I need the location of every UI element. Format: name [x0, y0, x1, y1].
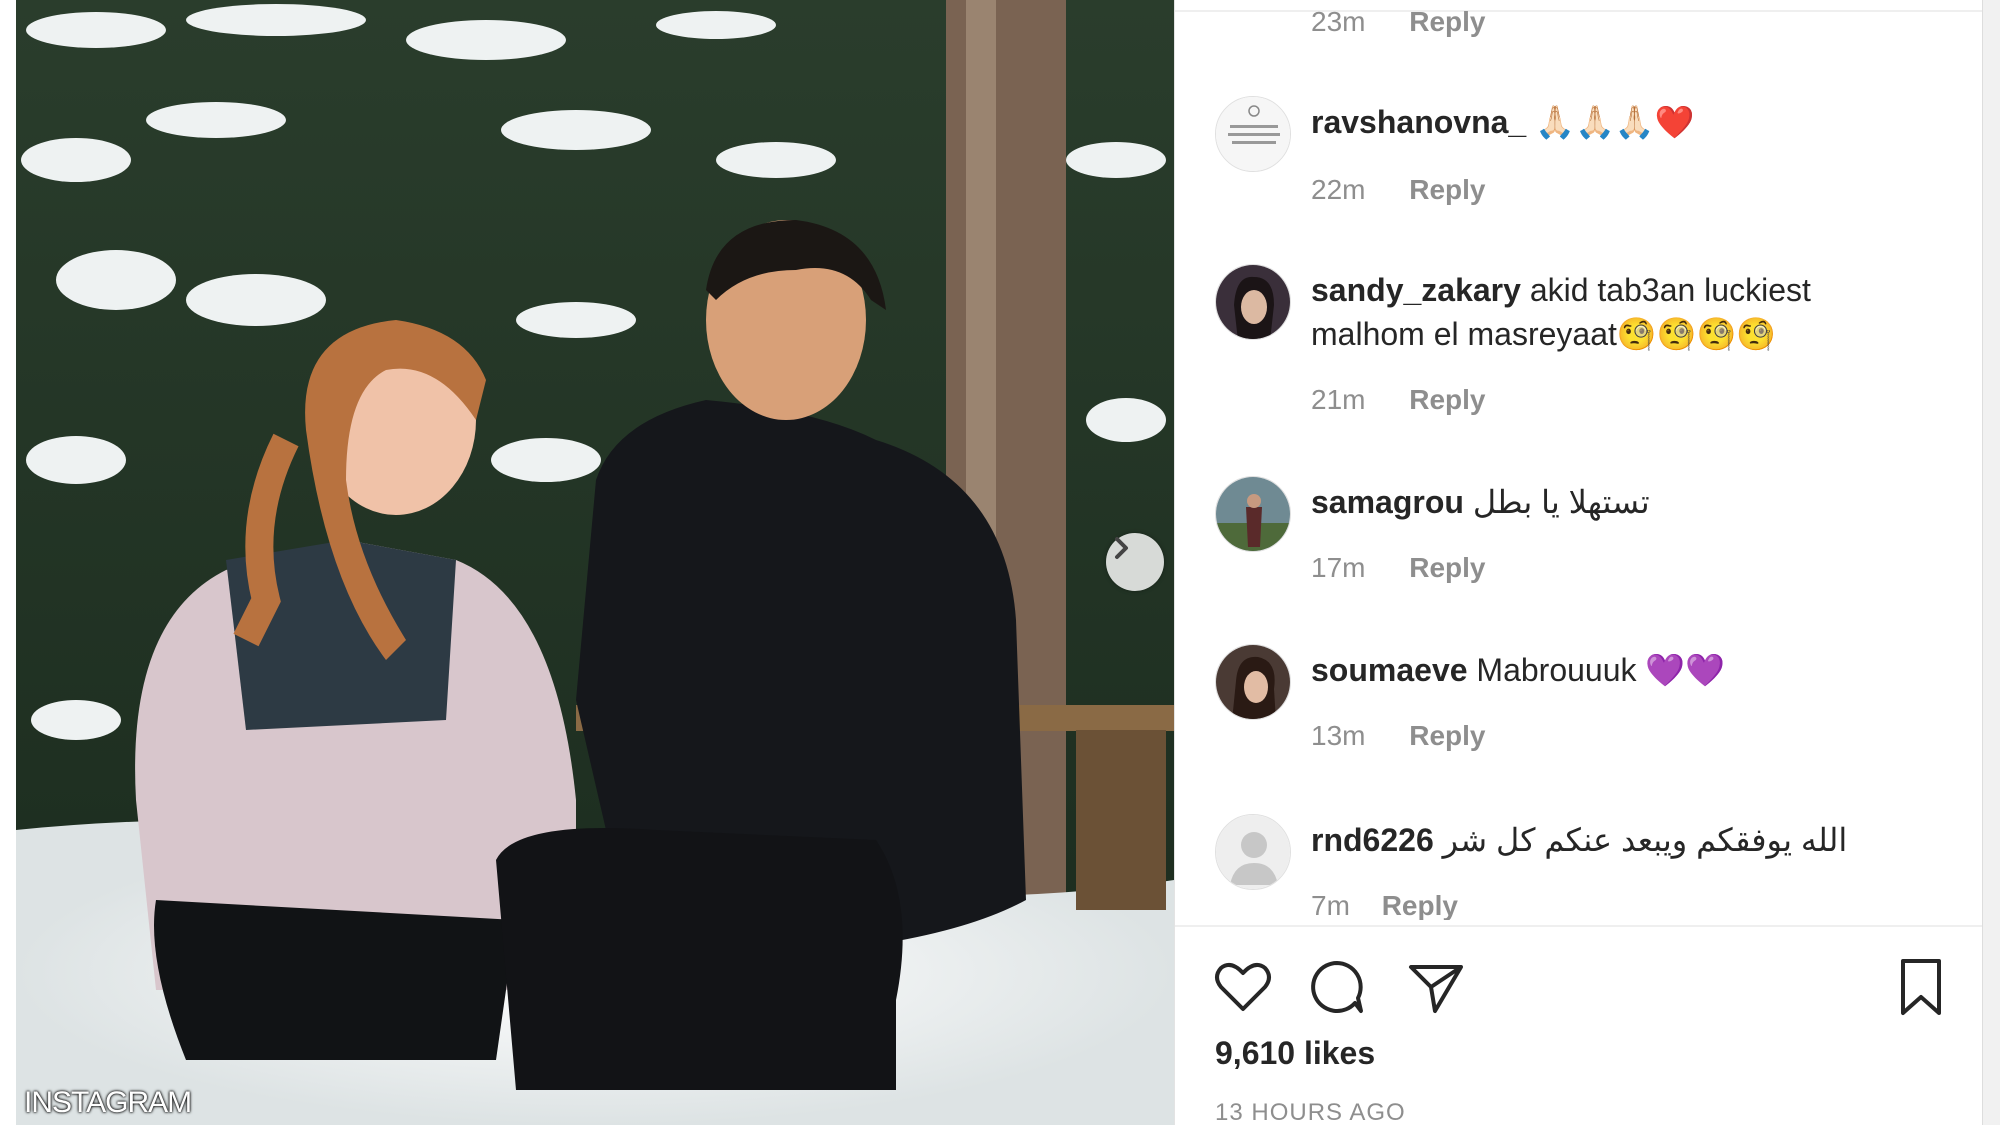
comments-panel: 23m Reply ravshanovna_ 🙏🏻🙏🏻🙏🏻❤️ 22m Repl… [1174, 0, 1983, 1127]
comment-time: 21m [1311, 384, 1366, 415]
comment-text: soumaeve Mabrouuuk 💜💜 [1311, 648, 1911, 692]
comment-username[interactable]: soumaeve [1311, 652, 1468, 688]
reply-button[interactable]: Reply [1382, 890, 1458, 920]
post-timestamp[interactable]: 13 HOURS AGO [1215, 1099, 1406, 1127]
comment-body: تستهلا يا بطل [1472, 484, 1650, 520]
action-bar: 9,610 likes 13 HOURS AGO [1175, 925, 1983, 1127]
avatar[interactable] [1215, 96, 1291, 172]
comment-username[interactable]: samagrou [1311, 484, 1464, 520]
comment-meta: 17m Reply [1311, 552, 1486, 584]
comment-text: sandy_zakary akid tab3an luckiest malhom… [1311, 268, 1911, 356]
comment-meta: 7m Reply [1311, 890, 1458, 920]
chevron-right-icon [1115, 537, 1128, 559]
reply-button[interactable]: Reply [1409, 174, 1485, 205]
comment-time: 22m [1311, 174, 1366, 205]
source-watermark: INSTAGRAM [24, 1086, 192, 1119]
heart-icon[interactable] [1213, 957, 1273, 1017]
share-icon[interactable] [1405, 957, 1465, 1017]
next-photo-button[interactable] [1106, 533, 1164, 591]
comment-username[interactable]: rnd6226 [1311, 822, 1434, 858]
comment-username[interactable]: sandy_zakary [1311, 272, 1521, 308]
photo-scene [16, 0, 1174, 1125]
post-photo[interactable]: INSTAGRAM [16, 0, 1174, 1125]
comment-meta: 23m Reply [1311, 6, 1486, 38]
comment-body: Mabrouuuk 💜💜 [1476, 652, 1726, 688]
avatar[interactable] [1215, 476, 1291, 552]
avatar[interactable] [1215, 644, 1291, 720]
comment-text: ravshanovna_ 🙏🏻🙏🏻🙏🏻❤️ [1311, 100, 1911, 144]
avatar[interactable] [1215, 264, 1291, 340]
bookmark-icon[interactable] [1891, 957, 1951, 1017]
likes-count[interactable]: 9,610 likes [1215, 1035, 1375, 1072]
default-avatar-icon [1216, 815, 1290, 889]
comment-text: samagrou تستهلا يا بطل [1311, 480, 1911, 524]
comment-username[interactable]: ravshanovna_ [1311, 104, 1526, 140]
comment-text: rnd6226 الله يوفقكم ويبعد عنكم كل شر [1311, 818, 1911, 862]
reply-button[interactable]: Reply [1409, 720, 1485, 751]
comment-meta: 21m Reply [1311, 384, 1486, 416]
comment-time: 13m [1311, 720, 1366, 751]
page-right-edge [1982, 0, 2000, 1125]
reply-button[interactable]: Reply [1409, 552, 1485, 583]
avatar[interactable] [1215, 814, 1291, 890]
comment-meta: 22m Reply [1311, 174, 1486, 206]
comment-meta: 13m Reply [1311, 720, 1486, 752]
comment-time: 7m [1311, 890, 1350, 920]
reply-button[interactable]: Reply [1409, 384, 1485, 415]
comments-list[interactable]: 23m Reply ravshanovna_ 🙏🏻🙏🏻🙏🏻❤️ 22m Repl… [1175, 0, 1983, 920]
comment-time: 23m [1311, 6, 1366, 37]
divider [1175, 10, 1983, 12]
comment-time: 17m [1311, 552, 1366, 583]
comment-icon[interactable] [1307, 957, 1367, 1017]
comment-body: الله يوفقكم ويبعد عنكم كل شر [1442, 822, 1848, 858]
reply-button[interactable]: Reply [1409, 6, 1485, 37]
comment-body: 🙏🏻🙏🏻🙏🏻❤️ [1535, 104, 1695, 140]
